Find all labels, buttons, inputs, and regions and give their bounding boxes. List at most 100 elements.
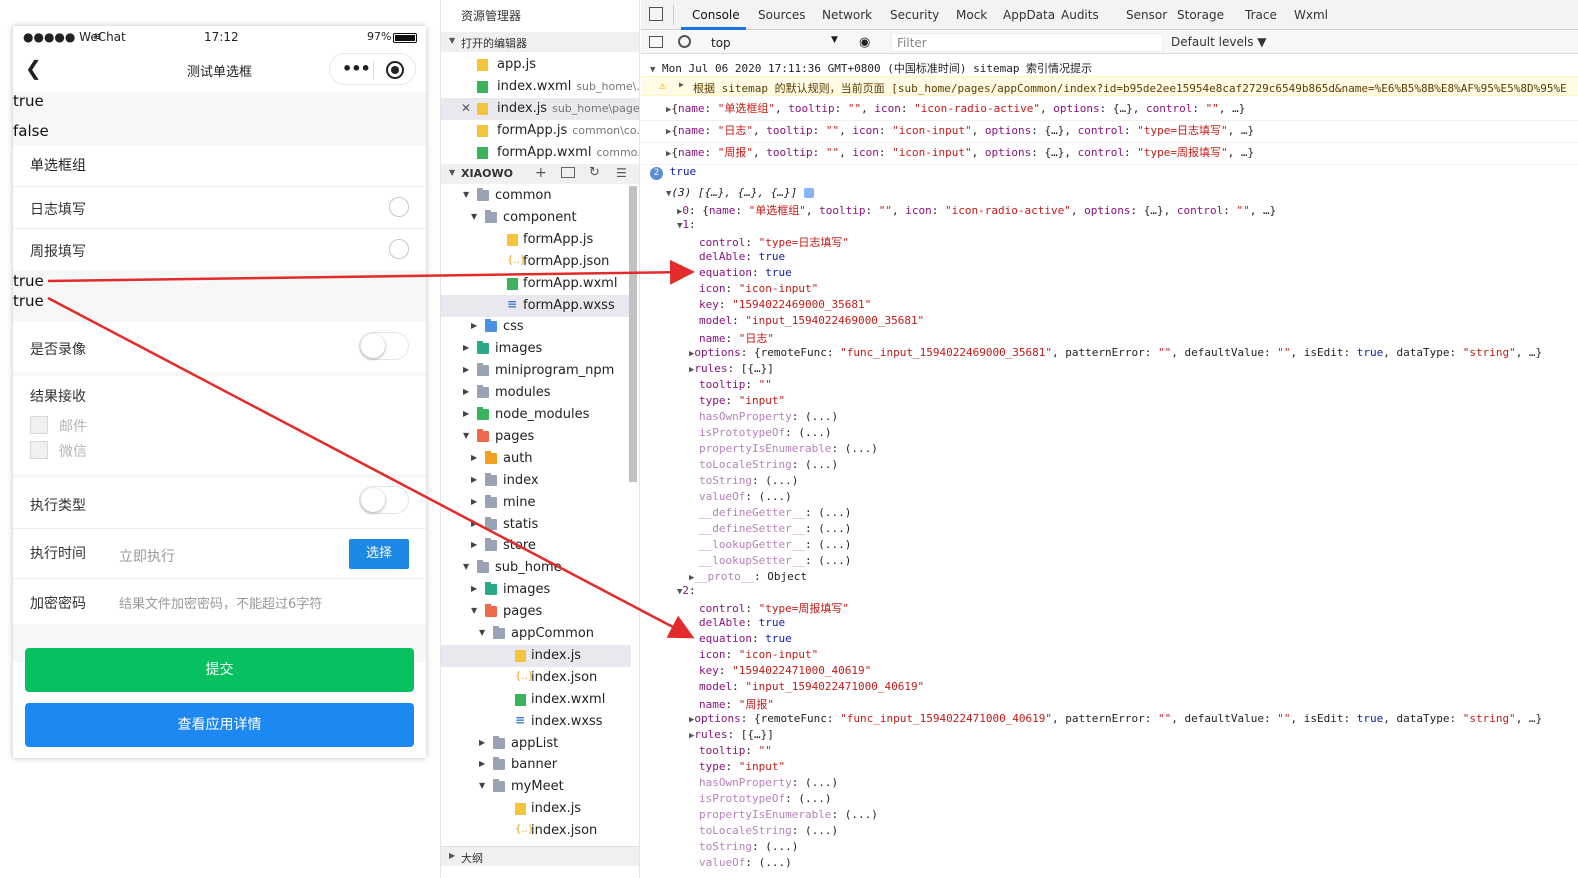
project-header[interactable]: ▼ XIAOWO + ↻ ☰ — [441, 164, 639, 184]
prop-isprototypeof[interactable]: isPrototypeOf: (...) — [641, 792, 1578, 805]
open-editor-item[interactable]: formApp.js common\co... — [441, 120, 639, 142]
tree-file[interactable]: index.js — [441, 798, 631, 820]
view-details-button[interactable]: 查看应用详情 — [25, 703, 414, 747]
tree-folder[interactable]: ▶ images — [441, 579, 631, 601]
tab-appdata[interactable]: AppData — [1003, 8, 1055, 22]
prop-options[interactable]: ▶options: {remoteFunc: "func_input_15940… — [641, 346, 1578, 359]
more-dots-icon[interactable]: ••• — [342, 59, 371, 78]
tree-file[interactable]: formApp.js — [441, 229, 631, 251]
tree-file[interactable]: ≡ index.wxss — [441, 711, 631, 733]
tree-folder[interactable]: ▶ modules — [441, 382, 631, 404]
tab-wxml[interactable]: Wxml — [1294, 8, 1328, 22]
checkbox-wechat[interactable] — [30, 441, 48, 459]
tree-folder[interactable]: ▶ css — [441, 316, 631, 338]
tab-sources[interactable]: Sources — [758, 8, 805, 22]
tab-sensor[interactable]: Sensor — [1126, 8, 1167, 22]
tree-folder[interactable]: ▶ index — [441, 470, 631, 492]
warning-message[interactable]: ⚠ ▶ 根据 sitemap 的默认规则，当前页面 [sub_home/page… — [641, 76, 1578, 96]
prop-definegetter[interactable]: __defineGetter__: (...) — [641, 506, 1578, 519]
dropdown-arrow-icon[interactable]: ▼ — [831, 35, 838, 45]
tree-file[interactable]: {..} index.json — [441, 820, 631, 842]
prop-propertyisenumerable[interactable]: propertyIsEnumerable: (...) — [641, 808, 1578, 821]
array-item-1[interactable]: ▼1: — [641, 218, 1578, 231]
tree-file[interactable]: ≡ formApp.wxss — [441, 294, 631, 317]
object-log-2[interactable]: ▶{name: "日志", tooltip: "", icon: "icon-i… — [641, 122, 1578, 143]
tree-folder[interactable]: ▶ images — [441, 338, 631, 360]
prop-lookupsetter[interactable]: __lookupSetter__: (...) — [641, 554, 1578, 567]
tree-folder[interactable]: ▶ banner — [441, 754, 631, 776]
open-editors-header[interactable]: ▼ 打开的编辑器 — [441, 32, 639, 52]
outline-header[interactable]: ▶ 大纲 — [441, 846, 639, 866]
clear-console-icon[interactable] — [678, 35, 691, 48]
prop-rules[interactable]: ▶rules: [{…}] — [641, 728, 1578, 741]
prop-tostring[interactable]: toString: (...) — [641, 474, 1578, 487]
tab-audits[interactable]: Audits — [1061, 8, 1099, 22]
prop-hasownproperty[interactable]: hasOwnProperty: (...) — [641, 410, 1578, 423]
array-log[interactable]: ▼(3) [{…}, {…}, {…}] — [641, 186, 1578, 199]
tab-security[interactable]: Security — [890, 8, 939, 22]
tree-file[interactable]: {..} formApp.json — [441, 251, 631, 273]
radio-circle-icon[interactable] — [389, 239, 409, 259]
tree-folder[interactable]: ▶ auth — [441, 448, 631, 470]
prop-tolocalestring[interactable]: toLocaleString: (...) — [641, 824, 1578, 837]
collapse-all-icon[interactable]: ☰ — [616, 166, 627, 180]
tree-file[interactable]: {..} index.json — [441, 667, 631, 689]
tree-folder[interactable]: ▶ appList — [441, 733, 631, 755]
prop-proto[interactable]: ▶__proto__: Object — [641, 570, 1578, 583]
tree-folder[interactable]: ▶ mine — [441, 492, 631, 514]
record-switch[interactable] — [359, 332, 409, 360]
context-selector[interactable]: top — [711, 36, 731, 50]
prop-valueof[interactable]: valueOf: (...) — [641, 490, 1578, 503]
tree-folder[interactable]: ▼ myMeet — [441, 776, 631, 798]
checkbox-email[interactable] — [30, 416, 48, 434]
tab-trace[interactable]: Trace — [1245, 8, 1277, 22]
inspect-element-icon[interactable] — [649, 7, 663, 21]
tree-folder[interactable]: ▶ node_modules — [441, 404, 631, 426]
tree-file[interactable]: index.wxml — [441, 689, 631, 711]
tree-folder[interactable]: ▼ appCommon — [441, 623, 631, 645]
new-folder-icon[interactable] — [561, 167, 575, 178]
array-item-0[interactable]: ▶0: {name: "单选框组", tooltip: "", icon: "i… — [641, 202, 1578, 218]
prop-options[interactable]: ▶options: {remoteFunc: "func_input_15940… — [641, 712, 1578, 725]
tab-network[interactable]: Network — [822, 8, 872, 22]
tree-folder[interactable]: ▶ statis — [441, 514, 631, 536]
tab-storage[interactable]: Storage — [1177, 8, 1224, 22]
password-input[interactable]: 结果文件加密密码，不能超过6字符 — [119, 593, 322, 612]
tree-folder[interactable]: ▶ miniprogram_npm — [441, 360, 631, 382]
tree-folder[interactable]: ▼ sub_home — [441, 557, 631, 579]
close-record-icon[interactable] — [386, 61, 404, 79]
tab-mock[interactable]: Mock — [956, 8, 987, 22]
tree-file[interactable]: index.js — [441, 644, 631, 667]
prop-propertyisenumerable[interactable]: propertyIsEnumerable: (...) — [641, 442, 1578, 455]
sidebar-toggle-icon[interactable] — [649, 36, 663, 48]
prop-hasownproperty[interactable]: hasOwnProperty: (...) — [641, 776, 1578, 789]
exec-time-input[interactable]: 立即执行 — [119, 546, 175, 566]
tree-folder[interactable]: ▼ component — [441, 207, 631, 229]
open-editor-item[interactable]: app.js — [441, 54, 631, 76]
open-editor-item-active[interactable]: ✕index.jssub_home\page... — [441, 98, 639, 120]
prop-tostring[interactable]: toString: (...) — [641, 840, 1578, 853]
eye-icon[interactable]: ◉ — [859, 35, 870, 50]
array-item-2[interactable]: ▼2: — [641, 584, 1578, 597]
radio-option-weekly[interactable]: 周报填写 — [13, 228, 426, 270]
submit-button[interactable]: 提交 — [25, 648, 414, 692]
tree-folder[interactable]: ▼ common — [441, 185, 631, 207]
prop-rules[interactable]: ▶rules: [{…}] — [641, 362, 1578, 375]
object-log-1[interactable]: ▶{name: "单选框组", tooltip: "", icon: "icon… — [641, 100, 1578, 121]
prop-valueof[interactable]: valueOf: (...) — [641, 856, 1578, 869]
tree-folder[interactable]: ▶ store — [441, 535, 631, 557]
radio-circle-icon[interactable] — [389, 197, 409, 217]
filter-input[interactable]: Filter — [891, 33, 1163, 52]
tree-folder[interactable]: ▼ pages — [441, 426, 631, 448]
log-levels-dropdown[interactable]: Default levels ▼ — [1171, 35, 1267, 49]
exec-type-switch[interactable] — [359, 486, 409, 514]
open-editor-item[interactable]: index.wxml sub_home\... — [441, 76, 639, 98]
prop-definesetter[interactable]: __defineSetter__: (...) — [641, 522, 1578, 535]
close-icon[interactable]: ✕ — [461, 101, 471, 115]
prop-isprototypeof[interactable]: isPrototypeOf: (...) — [641, 426, 1578, 439]
object-log-3[interactable]: ▶{name: "周报", tooltip: "", icon: "icon-i… — [641, 144, 1578, 165]
radio-option-log[interactable]: 日志填写 — [13, 186, 426, 228]
prop-tolocalestring[interactable]: toLocaleString: (...) — [641, 458, 1578, 471]
prop-lookupgetter[interactable]: __lookupGetter__: (...) — [641, 538, 1578, 551]
open-editor-item[interactable]: formApp.wxmlcommo... — [441, 142, 639, 164]
